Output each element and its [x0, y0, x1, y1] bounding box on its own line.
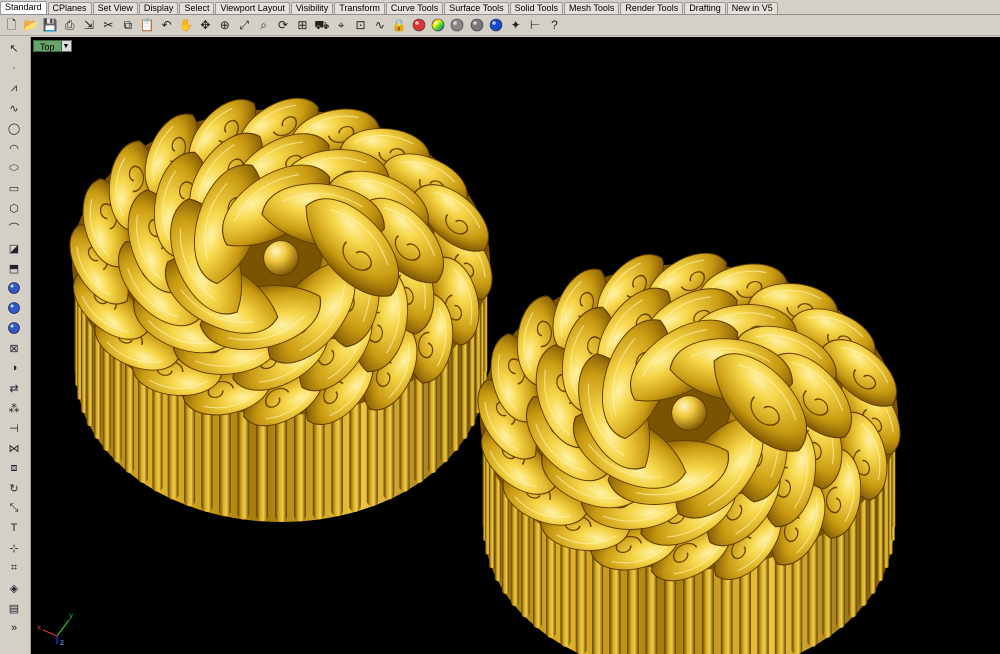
left-tool-palette: ↖ · ⩘ ∿ ◯ ◠ ⬭ ▭ ⬡ ⌒ ◪ ⬒ ⊠ ◑ ⇄ ⁂ ⊣ ⋈ ⧈ ↻ ⤡ T ⊹ ⌗ ◈ ▤ »: [0, 37, 31, 654]
polyline-icon[interactable]: ⩘: [5, 80, 23, 96]
gold-rosette-left[interactable]: [57, 85, 505, 522]
standard-toolbar: 🗋 📂 💾 ⎙ ⇲ ✂ ⧉ 📋 ↶ ✋ ✥ ⊕ ⤢ ⌕ ⟳ ⊞ ⛟ ⌖ ⊡ ∿ 🔒 ✦ ⊢?: [0, 15, 1000, 36]
surface-icon[interactable]: ◪: [5, 240, 23, 256]
car-icon[interactable]: ⛟: [313, 17, 330, 34]
point-icon[interactable]: ·: [5, 60, 23, 76]
snap-icon[interactable]: ⊹: [5, 540, 23, 556]
viewport-name-label[interactable]: Top: [33, 40, 62, 52]
axis-z-label: z: [60, 638, 64, 646]
split-icon[interactable]: ⊣: [5, 420, 23, 436]
gold-rosette-models: [57, 85, 913, 654]
scale-icon[interactable]: ⤡: [5, 500, 23, 516]
tab-transform[interactable]: Transform: [334, 2, 385, 14]
tab-render-tools[interactable]: Render Tools: [620, 2, 684, 14]
copy-icon[interactable]: ⧉: [119, 17, 136, 34]
transform-icon[interactable]: ⇄: [5, 380, 23, 396]
shade-sphere-icon[interactable]: [449, 17, 466, 34]
rotate-view-icon[interactable]: ⟳: [274, 17, 291, 34]
save-icon[interactable]: 💾: [42, 17, 59, 34]
select-arrow-icon[interactable]: ↖: [5, 40, 23, 56]
mesh-icon[interactable]: ⊠: [5, 340, 23, 356]
tab-visibility[interactable]: Visibility: [290, 2, 334, 14]
tab-standard[interactable]: Standard: [0, 1, 47, 14]
arc-icon[interactable]: ◠: [5, 140, 23, 156]
material-ball-icon[interactable]: [410, 17, 427, 34]
toolbar-tab-strip: Standard CPlanes Set View Display Select View…: [0, 0, 1000, 15]
world-axis-icon: y x z: [37, 611, 73, 646]
curve-icon[interactable]: ∿: [5, 100, 23, 116]
tab-solid-tools[interactable]: Solid Tools: [509, 2, 563, 14]
cylinder-solid-icon[interactable]: [5, 320, 23, 336]
tab-select[interactable]: Select: [179, 2, 215, 14]
import-icon[interactable]: ⇲: [81, 17, 98, 34]
undo-icon[interactable]: ↶: [158, 17, 175, 34]
cut-icon[interactable]: ✂: [100, 17, 117, 34]
open-folder-icon[interactable]: 📂: [22, 17, 39, 34]
zoom-window-icon[interactable]: ⊕: [216, 17, 233, 34]
axis-x-label: x: [37, 623, 41, 632]
array-icon[interactable]: ⁂: [5, 400, 23, 416]
zoom-extents-icon[interactable]: ⤢: [236, 17, 253, 34]
lock-icon[interactable]: 🔒: [391, 17, 408, 34]
boolean-icon[interactable]: ◑: [5, 360, 23, 376]
box-solid-icon[interactable]: [5, 280, 23, 296]
tab-new-in-v5[interactable]: New in V5: [726, 2, 778, 14]
tab-drafting[interactable]: Drafting: [684, 2, 726, 14]
tab-curve-tools[interactable]: Curve Tools: [385, 2, 444, 14]
four-viewports-icon[interactable]: ⊞: [294, 17, 311, 34]
tab-mesh-tools[interactable]: Mesh Tools: [563, 2, 620, 14]
tab-surface-tools[interactable]: Surface Tools: [444, 2, 509, 14]
group-icon[interactable]: ⧈: [5, 460, 23, 476]
color-wheel-icon[interactable]: [430, 17, 447, 34]
help-icon[interactable]: ?: [546, 17, 563, 34]
text-icon[interactable]: T: [5, 520, 23, 536]
render-sphere-icon[interactable]: [468, 17, 485, 34]
light-icon[interactable]: ✦: [507, 17, 524, 34]
circle-icon[interactable]: ◯: [5, 120, 23, 136]
grid-icon[interactable]: ⊡: [352, 17, 369, 34]
block-icon[interactable]: ▤: [5, 600, 23, 616]
viewport-dropdown-icon[interactable]: ▼: [61, 40, 72, 52]
ellipse-icon[interactable]: ⬭: [5, 160, 23, 176]
zoom-selected-icon[interactable]: ⌕: [255, 17, 272, 34]
fillet-curve-icon[interactable]: ⌒: [5, 220, 23, 236]
analyze-icon[interactable]: ⌗: [5, 560, 23, 576]
join-icon[interactable]: ⋈: [5, 440, 23, 456]
new-file-icon[interactable]: 🗋: [3, 17, 20, 34]
set-cplane-icon[interactable]: ⌖: [333, 17, 350, 34]
render-icon[interactable]: ◈: [5, 580, 23, 596]
tab-set-view[interactable]: Set View: [92, 2, 138, 14]
top-viewport[interactable]: Top ▼ y x z: [31, 37, 1000, 654]
print-icon[interactable]: ⎙: [61, 17, 78, 34]
curve-icon[interactable]: ∿: [371, 17, 388, 34]
tab-viewport-layout[interactable]: Viewport Layout: [215, 2, 290, 14]
tab-cplanes[interactable]: CPlanes: [47, 2, 92, 14]
blue-sphere-icon[interactable]: [488, 17, 505, 34]
more-icon[interactable]: »: [5, 620, 23, 636]
rotate-icon[interactable]: ↻: [5, 480, 23, 496]
tab-display[interactable]: Display: [138, 2, 179, 14]
viewport-title-tab[interactable]: Top ▼: [33, 40, 72, 52]
rectangle-icon[interactable]: ▭: [5, 180, 23, 196]
move-cross-icon[interactable]: ✥: [197, 17, 214, 34]
polygon-icon[interactable]: ⬡: [5, 200, 23, 216]
gold-rosette-right[interactable]: [465, 240, 913, 654]
sphere-solid-icon[interactable]: [5, 300, 23, 316]
extrude-icon[interactable]: ⬒: [5, 260, 23, 276]
paste-icon[interactable]: 📋: [139, 17, 156, 34]
axis-y-label: y: [69, 611, 73, 620]
pan-hand-icon[interactable]: ✋: [178, 17, 195, 34]
viewport-canvas: [57, 85, 913, 654]
dimension-icon[interactable]: ⊢: [527, 17, 544, 34]
